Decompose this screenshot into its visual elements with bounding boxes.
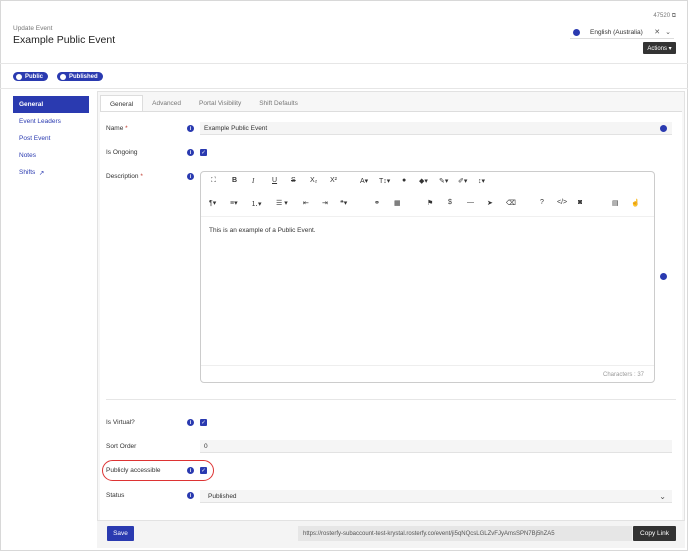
- tab-bar: General Advanced Portal Visibility Shift…: [100, 95, 307, 112]
- globe-icon: [573, 28, 580, 36]
- tab-shift-defaults[interactable]: Shift Defaults: [250, 95, 307, 112]
- horizontal-rule-icon[interactable]: —: [467, 199, 474, 206]
- sidebar-item-general[interactable]: General: [13, 96, 89, 113]
- editor-divider: [201, 365, 654, 366]
- unordered-list-icon[interactable]: ☰ ▾: [276, 199, 288, 207]
- outdent-icon[interactable]: ⇤: [303, 199, 309, 207]
- divider: [0, 63, 688, 64]
- name-input[interactable]: Example Public Event: [200, 122, 672, 135]
- pen-icon[interactable]: ✎▾: [439, 177, 448, 185]
- globe-icon[interactable]: [660, 273, 667, 280]
- info-icon[interactable]: i: [187, 125, 194, 132]
- chevron-down-icon[interactable]: ⌄: [665, 28, 671, 36]
- is-ongoing-label: Is Ongoing: [106, 149, 138, 156]
- language-value: English (Australia): [590, 28, 643, 36]
- sidebar: General Event Leaders Post Event Notes S…: [13, 96, 89, 181]
- lock-icon: [16, 73, 22, 80]
- event-id: 47520 ⧉: [653, 13, 676, 19]
- tab-general[interactable]: General: [100, 95, 144, 112]
- help-icon[interactable]: ?: [540, 199, 544, 206]
- sort-order-label: Sort Order: [106, 443, 137, 450]
- status-select[interactable]: Published ⌄: [200, 490, 672, 503]
- info-icon[interactable]: i: [187, 149, 194, 156]
- eraser-icon[interactable]: ⌫: [506, 199, 516, 207]
- sidebar-item-post-event[interactable]: Post Event: [13, 130, 89, 147]
- color-icon[interactable]: ●: [402, 177, 406, 184]
- tag-icon[interactable]: ◆▾: [419, 177, 428, 185]
- external-link-icon: ↗: [38, 169, 45, 177]
- table-icon[interactable]: ▦: [394, 199, 401, 207]
- bold-icon[interactable]: B: [232, 177, 237, 184]
- info-icon[interactable]: i: [187, 173, 194, 180]
- breadcrumb: Update Event: [13, 25, 53, 32]
- link-icon[interactable]: ⚭: [374, 199, 380, 207]
- save-button[interactable]: Save: [107, 526, 134, 541]
- file-icon[interactable]: ▤: [612, 199, 619, 207]
- status-label: Status: [106, 492, 125, 499]
- strikethrough-icon[interactable]: S: [291, 177, 296, 184]
- subscript-icon[interactable]: X₂: [310, 177, 317, 184]
- publicly-accessible-checkbox[interactable]: ✓: [200, 467, 207, 474]
- character-count: Characters : 37: [603, 372, 645, 378]
- sidebar-item-shifts[interactable]: Shifts ↗: [13, 164, 89, 181]
- sidebar-item-event-leaders[interactable]: Event Leaders: [13, 113, 89, 130]
- publicly-accessible-label: Publicly accessible: [106, 467, 161, 474]
- clear-icon[interactable]: ✕: [654, 28, 660, 36]
- eye-icon: [60, 73, 66, 80]
- indent-icon[interactable]: ⇥: [322, 199, 328, 207]
- toolbar-divider: [201, 216, 654, 217]
- is-ongoing-checkbox[interactable]: ✓: [200, 149, 207, 156]
- fullscreen-icon[interactable]: ⛶: [211, 177, 216, 185]
- divider: [106, 399, 676, 400]
- quote-icon[interactable]: ❝▾: [340, 199, 347, 207]
- actions-button[interactable]: Actions ▾: [643, 42, 676, 54]
- camera-icon[interactable]: ◙: [578, 199, 582, 206]
- font-size-icon[interactable]: A▾: [360, 177, 368, 185]
- align-icon[interactable]: ≡▾: [230, 199, 238, 207]
- event-link-field[interactable]: https://rosterfy-subaccount-test-krystal…: [298, 526, 632, 541]
- page-title: Example Public Event: [13, 34, 116, 46]
- language-select[interactable]: English (Australia) ✕ ⌄: [570, 26, 674, 39]
- hand-icon[interactable]: ☝: [631, 199, 640, 207]
- flag-icon[interactable]: ⚑: [427, 199, 433, 207]
- brush-icon[interactable]: ✐▾: [458, 177, 467, 185]
- divider: [0, 88, 688, 89]
- superscript-icon[interactable]: X²: [330, 177, 337, 184]
- italic-icon[interactable]: I: [252, 177, 254, 185]
- is-virtual-checkbox[interactable]: ✓: [200, 419, 207, 426]
- description-label: Description *: [106, 173, 143, 180]
- paragraph-icon[interactable]: ¶▾: [209, 199, 216, 207]
- public-badge: Public: [13, 72, 49, 81]
- is-virtual-label: Is Virtual?: [106, 419, 135, 426]
- tab-portal-visibility[interactable]: Portal Visibility: [190, 95, 250, 112]
- font-family-icon[interactable]: T↕▾: [379, 177, 390, 185]
- copy-link-button[interactable]: Copy Link: [633, 526, 676, 541]
- tab-advanced[interactable]: Advanced: [143, 95, 190, 112]
- cursor-icon[interactable]: ➤: [487, 199, 493, 207]
- name-label: Name *: [106, 125, 128, 132]
- info-icon[interactable]: i: [187, 467, 194, 474]
- sort-order-input[interactable]: 0: [200, 440, 672, 453]
- code-icon[interactable]: </>: [557, 199, 567, 206]
- ordered-list-icon[interactable]: ⒈▾: [251, 199, 262, 209]
- sidebar-item-notes[interactable]: Notes: [13, 147, 89, 164]
- copy-icon[interactable]: ⧉: [672, 13, 676, 19]
- chevron-down-icon: ⌄: [659, 491, 666, 501]
- info-icon[interactable]: i: [187, 492, 194, 499]
- info-icon[interactable]: i: [187, 419, 194, 426]
- description-text[interactable]: This is an example of a Public Event.: [209, 227, 316, 234]
- published-badge: Published: [57, 72, 103, 81]
- line-height-icon[interactable]: ↕▾: [478, 177, 485, 185]
- underline-icon[interactable]: U: [272, 177, 277, 184]
- dollar-icon[interactable]: $: [448, 199, 452, 206]
- globe-icon[interactable]: [660, 124, 667, 132]
